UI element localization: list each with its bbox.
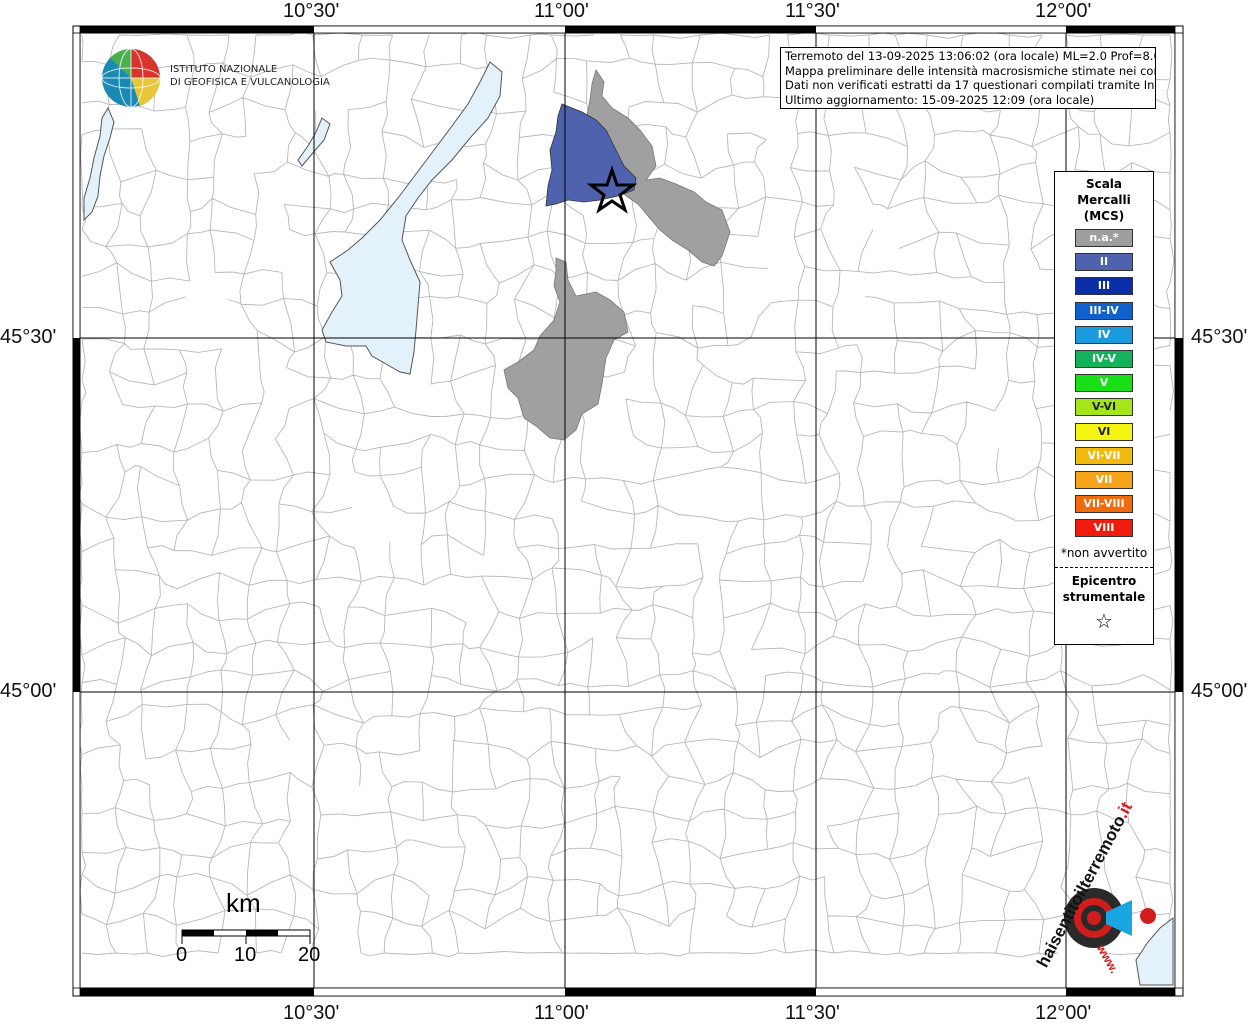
intensity-legend: Scala Mercalli (MCS) n.a.* II III III-IV IV I… [1054, 171, 1154, 645]
legend-swatch-3: III-IV [1075, 301, 1133, 320]
lon-tick-top-1: 10°30' [283, 0, 340, 22]
legend-title-2: Mercalli [1077, 193, 1131, 207]
legend-title-1: Scala [1085, 177, 1123, 191]
legend-star-icon: ☆ [1095, 609, 1113, 633]
event-info-line2: Mappa preliminare delle intensità macros… [785, 63, 1156, 78]
lat-tick-left-2: 45°00' [0, 680, 57, 702]
legend-swatch-6: V [1075, 374, 1133, 393]
legend-title: Scala Mercalli (MCS) [1055, 176, 1153, 224]
lon-tick-bottom-4: 12°00' [1035, 1002, 1092, 1024]
legend-epicenter-2: strumentale [1062, 590, 1146, 604]
lon-tick-bottom-2: 11°00' [534, 1002, 589, 1024]
legend-swatch-5: IV-V [1075, 350, 1133, 368]
lat-tick-right-2: 45°00' [1191, 680, 1248, 702]
legend-note: *non avvertito [1060, 546, 1148, 560]
legend-swatch-11: VII-VIII [1075, 495, 1133, 514]
scale-label-0: 0 [176, 944, 188, 966]
scale-bar [181, 929, 311, 944]
lon-tick-top-4: 12°00' [1035, 0, 1092, 22]
ingv-logo-text: ISTITUTO NAZIONALE DI GEOFISICA E VULCAN… [170, 63, 330, 89]
scale-unit: km [226, 888, 261, 918]
lake-iseo [83, 106, 115, 222]
event-info-line1: Terremoto del 13-09-2025 13:06:02 (ora l… [785, 49, 1156, 63]
legend-swatch-9: VI-VII [1075, 446, 1133, 465]
ingv-logo-line2: DI GEOFISICA E VULCANOLOGIA [170, 77, 330, 88]
scale-label-10: 10 [234, 944, 257, 966]
legend-title-3: (MCS) [1083, 209, 1125, 223]
legend-swatch-0: n.a.* [1075, 229, 1133, 247]
legend-swatch-2: III [1075, 277, 1133, 296]
legend-swatch-4: IV [1075, 325, 1133, 344]
lon-tick-top-3: 11°30' [785, 0, 840, 22]
legend-separator [1055, 567, 1153, 568]
event-info-line4: Ultimo aggiornamento: 15-09-2025 12:09 (… [785, 92, 1095, 107]
ingv-logo-line1: ISTITUTO NAZIONALE [170, 64, 278, 75]
lake-garda [321, 61, 503, 375]
legend-swatch-1: II [1075, 253, 1133, 272]
lat-tick-right-1: 45°30' [1191, 326, 1248, 348]
ingv-logo-icon [101, 48, 161, 108]
legend-epicenter-label: Epicentro strumentale [1055, 573, 1153, 605]
legend-swatch-12: VIII [1075, 519, 1133, 538]
legend-swatch-7: V-VI [1075, 398, 1133, 417]
legend-swatch-8: VI [1075, 422, 1133, 441]
scale-label-20: 20 [298, 944, 321, 966]
lon-tick-bottom-1: 10°30' [283, 1002, 340, 1024]
lon-tick-bottom-3: 11°30' [785, 1002, 840, 1024]
legend-epicenter-1: Epicentro [1071, 574, 1137, 588]
lagoon [1135, 916, 1174, 986]
lon-tick-top-2: 11°00' [534, 0, 589, 22]
legend-swatch-10: VII [1075, 471, 1133, 489]
event-info-line3: Dati non verificati estratti da 17 quest… [785, 78, 1156, 93]
event-info-box: Terremoto del 13-09-2025 13:06:02 (ora l… [780, 47, 1156, 109]
lat-tick-left-1: 45°30' [0, 326, 57, 348]
